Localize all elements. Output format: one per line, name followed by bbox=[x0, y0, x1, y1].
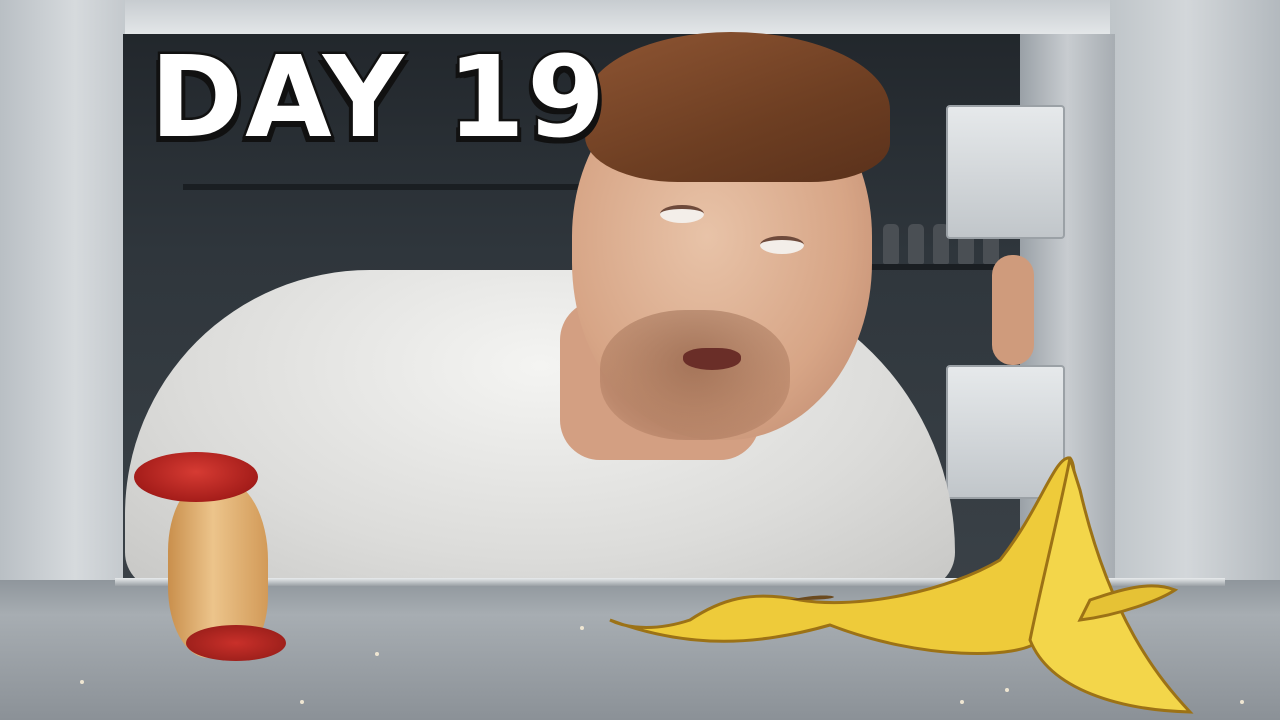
person-hair bbox=[585, 32, 890, 182]
background-shelf bbox=[183, 184, 603, 190]
banana-peel-main bbox=[609, 456, 1076, 655]
crumb bbox=[375, 652, 379, 656]
apple-core-bottom bbox=[186, 625, 286, 661]
crumb bbox=[1240, 700, 1244, 704]
video-thumbnail: DAY 19 bbox=[0, 0, 1280, 720]
person-beard bbox=[600, 310, 790, 440]
fridge-ceiling bbox=[0, 0, 1280, 36]
person-hand bbox=[992, 255, 1034, 365]
crumb bbox=[300, 700, 304, 704]
banana-peel-stem bbox=[790, 595, 834, 600]
person-eye-left bbox=[660, 205, 704, 223]
crumb bbox=[80, 680, 84, 684]
person-eye-right bbox=[760, 236, 804, 254]
apple-core-top bbox=[134, 452, 258, 502]
crumb bbox=[580, 626, 584, 630]
person-mouth bbox=[683, 348, 741, 370]
banana-peel bbox=[609, 456, 1194, 714]
door-bin-upper bbox=[946, 105, 1065, 239]
background-bottle bbox=[883, 224, 899, 264]
day-counter-title: DAY 19 bbox=[148, 33, 608, 163]
background-bottle bbox=[908, 224, 924, 264]
